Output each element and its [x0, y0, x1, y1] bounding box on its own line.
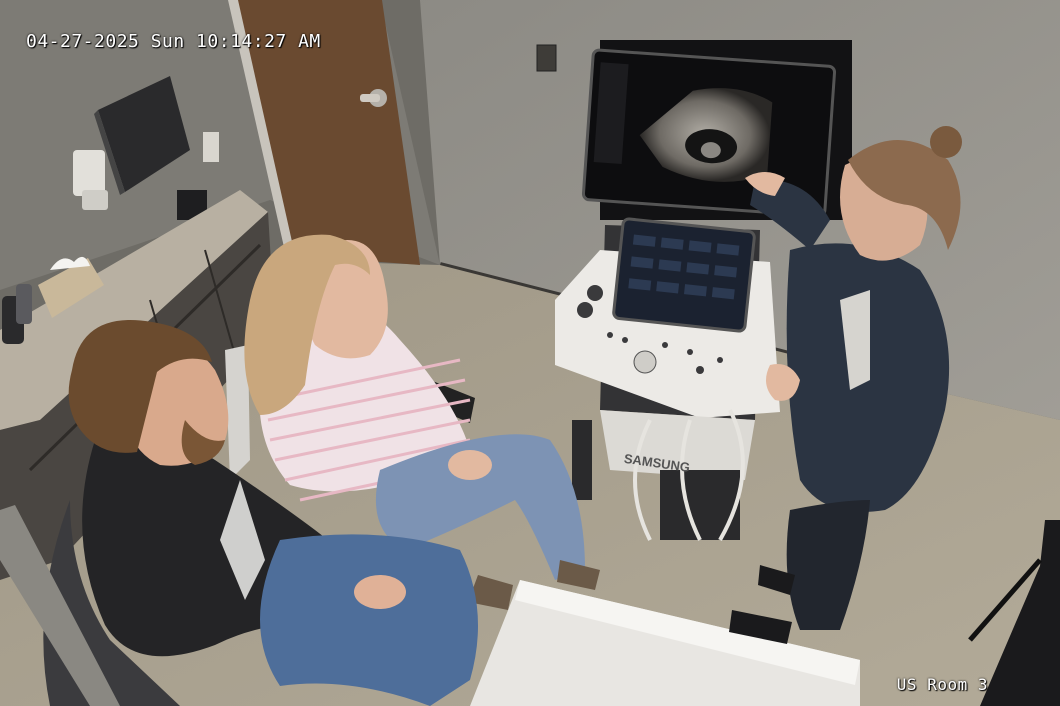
wall-outlet — [203, 132, 219, 162]
camera-label-overlay: US Room 3 — [896, 675, 988, 694]
timestamp-overlay: 04-27-2025 Sun 10:14:27 AM — [26, 31, 321, 52]
security-camera-scene: SAMSUNG — [0, 0, 1060, 706]
light-switch — [536, 44, 557, 72]
